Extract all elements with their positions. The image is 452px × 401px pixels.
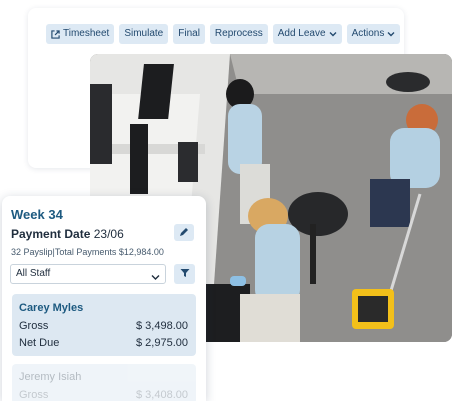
chevron-down-icon — [151, 270, 160, 288]
employee-payslip-row[interactable]: Jeremy Isiah Gross $ 3,408.00 — [12, 364, 196, 401]
payment-date-value: 23/06 — [93, 227, 124, 241]
external-link-icon — [51, 29, 60, 39]
week-title: Week 34 — [11, 207, 63, 222]
gross-value: $ 3,498.00 — [136, 320, 188, 332]
actions-button[interactable]: Actions — [346, 24, 401, 44]
gross-value: $ 3,408.00 — [136, 389, 188, 401]
filter-button[interactable] — [174, 264, 195, 284]
chevron-down-icon — [387, 31, 395, 37]
payslip-summary-card: Week 34 Payment Date 23/06 32 Payslip|To… — [2, 196, 206, 401]
final-button[interactable]: Final — [173, 24, 205, 44]
staff-filter-select[interactable]: All Staff — [10, 264, 166, 284]
filter-icon — [180, 265, 190, 283]
simulate-button[interactable]: Simulate — [119, 24, 169, 44]
gross-label: Gross — [19, 389, 49, 401]
pencil-icon — [179, 224, 189, 242]
timesheet-button[interactable]: Timesheet — [46, 24, 115, 44]
payment-date-label: Payment Date — [11, 227, 91, 241]
employee-payslip-row[interactable]: Carey Myles Gross $ 3,498.00 Net Due $ 2… — [12, 294, 196, 356]
payslip-summary: 32 Payslip|Total Payments $12,984.00 — [11, 247, 164, 257]
reprocess-button[interactable]: Reprocess — [209, 24, 268, 44]
gross-label: Gross — [19, 320, 49, 332]
edit-button[interactable] — [174, 224, 194, 241]
net-due-label: Net Due — [19, 337, 60, 349]
add-leave-button[interactable]: Add Leave — [272, 24, 342, 44]
employee-name: Carey Myles — [19, 302, 84, 314]
payroll-toolbar: Timesheet Simulate Final Reprocess Add L… — [46, 24, 401, 44]
chevron-down-icon — [329, 31, 337, 37]
employee-name: Jeremy Isiah — [19, 371, 82, 383]
net-due-value: $ 2,975.00 — [136, 337, 188, 349]
payment-date: Payment Date 23/06 — [11, 227, 124, 241]
